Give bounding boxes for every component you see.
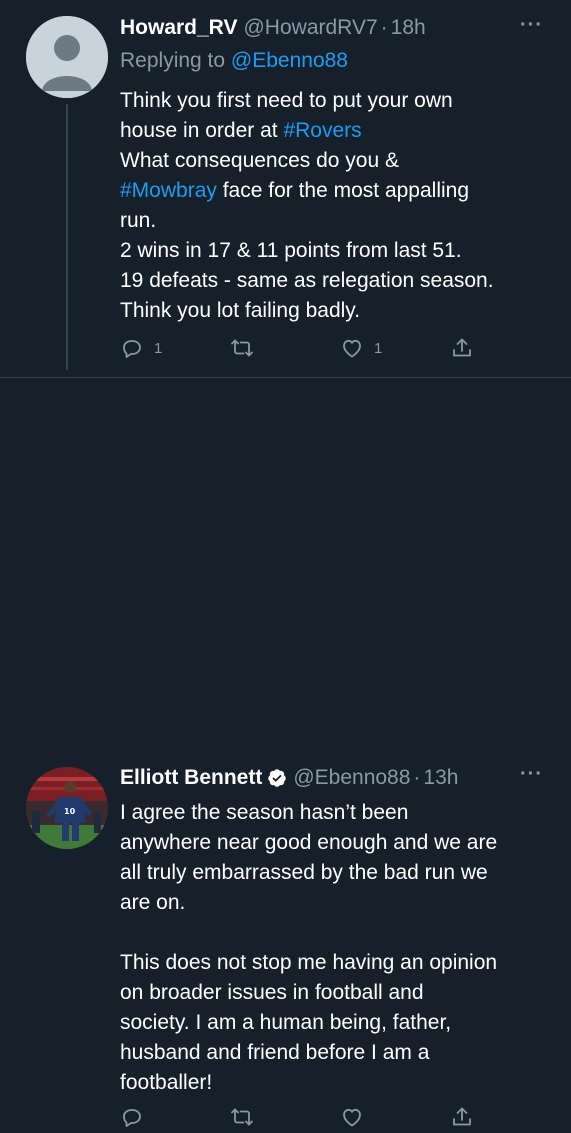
avatar-elliott[interactable]: 10 — [26, 767, 108, 849]
text-line: husband and friend before I am a — [120, 1041, 430, 1064]
verified-icon — [267, 768, 287, 788]
tweet-header: Howard_RV @HowardRV7 · 18h — [120, 16, 547, 40]
retweet-icon — [231, 339, 253, 357]
share-icon — [453, 338, 471, 357]
more-icon[interactable]: ··· — [520, 14, 543, 37]
tweet-elliott[interactable]: 10 Elliott Bennett @Ebenno88 · 13h ··· I… — [0, 377, 571, 1127]
text-line: Think you first need to put your own — [120, 89, 453, 112]
like-button[interactable] — [340, 1105, 374, 1129]
reply-button[interactable] — [120, 1105, 154, 1129]
retweet-button[interactable] — [230, 1105, 264, 1129]
handle[interactable]: @HowardRV7 — [243, 16, 377, 40]
share-icon — [453, 1107, 471, 1126]
text-line: all truly embarrassed by the bad run we — [120, 861, 488, 884]
replying-prefix: Replying to — [120, 49, 231, 72]
tweet-howard[interactable]: Howard_RV @HowardRV7 · 18h ··· Replying … — [0, 0, 571, 378]
replying-to: Replying to @Ebenno88 — [120, 49, 348, 73]
text-line: anywhere near good enough and we are — [120, 831, 498, 854]
like-count: 1 — [374, 339, 383, 357]
reply-icon — [123, 1109, 141, 1127]
text-line: What consequences do you & — [120, 149, 400, 172]
separator: · — [380, 16, 388, 39]
handle[interactable]: @Ebenno88 — [293, 766, 410, 790]
text-line: run. — [120, 209, 157, 232]
text-line: are on. — [120, 891, 186, 914]
thread-line — [66, 104, 68, 370]
timestamp[interactable]: 18h — [391, 16, 426, 40]
timestamp[interactable]: 13h — [423, 766, 458, 790]
text-line: house in order at #Rovers — [120, 116, 547, 146]
reply-icon — [123, 340, 141, 358]
tweet-text: I agree the season hasn’t been anywhere … — [120, 798, 547, 1098]
text-line: 2 wins in 17 & 11 points from last 51. — [120, 239, 462, 262]
share-button[interactable] — [450, 336, 474, 360]
text-line: #Mowbray face for the most appalling — [120, 176, 547, 206]
reply-count: 1 — [154, 339, 163, 357]
svg-text:10: 10 — [64, 807, 76, 816]
action-bar: 1 1 — [120, 336, 480, 364]
text-line: I agree the season hasn’t been — [120, 801, 409, 824]
mention-link[interactable]: @Ebenno88 — [231, 49, 348, 72]
tweet-header: Elliott Bennett @Ebenno88 · 13h — [120, 766, 547, 790]
like-button[interactable]: 1 — [340, 336, 382, 360]
separator: · — [413, 766, 421, 789]
text-fragment: house in order at — [120, 119, 284, 142]
tweet-text: Think you first need to put your own hou… — [120, 86, 547, 326]
avatar-howard[interactable] — [26, 16, 108, 98]
more-icon[interactable]: ··· — [520, 763, 543, 786]
text-line: on broader issues in football and — [120, 981, 424, 1004]
text-line: society. I am a human being, father, — [120, 1011, 452, 1034]
default-avatar-icon — [26, 16, 108, 98]
text-line: 19 defeats - same as relegation season. — [120, 269, 494, 292]
text-line: Think you lot failing badly. — [120, 299, 361, 322]
like-icon — [343, 339, 361, 358]
retweet-button[interactable] — [230, 336, 264, 360]
display-name[interactable]: Elliott Bennett — [120, 766, 262, 790]
action-bar — [120, 1105, 480, 1133]
retweet-icon — [231, 1108, 253, 1126]
display-name[interactable]: Howard_RV — [120, 16, 237, 40]
hashtag-mowbray[interactable]: #Mowbray — [120, 179, 217, 202]
text-line: footballer! — [120, 1071, 213, 1094]
text-fragment: face for the most appalling — [216, 179, 470, 202]
reply-button[interactable]: 1 — [120, 336, 162, 360]
share-button[interactable] — [450, 1105, 474, 1129]
player-photo-avatar: 10 — [26, 767, 108, 849]
hashtag-rovers[interactable]: #Rovers — [283, 119, 361, 142]
text-line: This does not stop me having an opinion — [120, 951, 498, 974]
like-icon — [343, 1108, 361, 1127]
